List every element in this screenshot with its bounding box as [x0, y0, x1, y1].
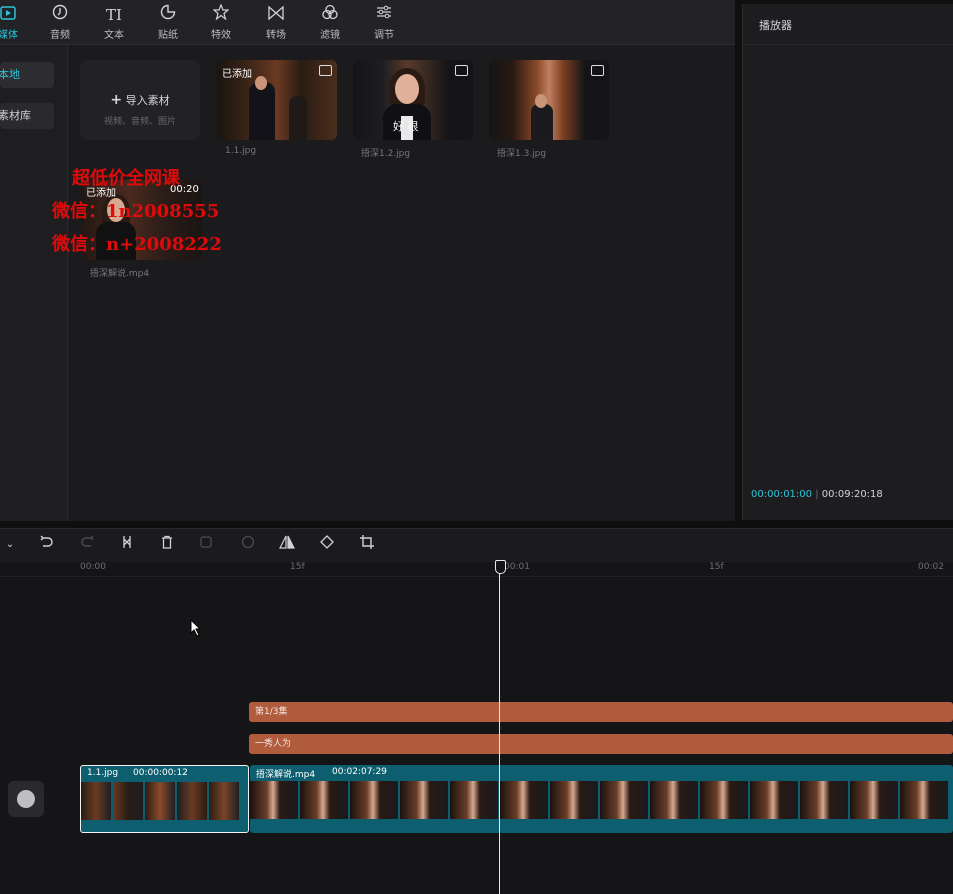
media-item[interactable]: 好 很	[353, 60, 473, 140]
clip-frame	[650, 781, 698, 819]
crop-icon[interactable]	[357, 535, 377, 555]
tab-audio[interactable]: 音频	[35, 4, 85, 44]
reverse-icon[interactable]	[238, 535, 258, 555]
speaker-icon	[17, 790, 35, 808]
effects-icon	[196, 3, 246, 26]
redo-icon[interactable]	[78, 535, 98, 555]
clip-frame	[850, 781, 898, 819]
timeline-toolbar: ⌄	[0, 528, 953, 563]
timeline: 00:00 15f 00:01 15f 00:02 第1/3集 一秀人为 1.1…	[0, 560, 953, 894]
rotate-icon[interactable]	[317, 535, 337, 555]
delete-icon[interactable]	[157, 535, 177, 555]
text-clip[interactable]: 第1/3集	[249, 702, 953, 722]
tab-sticker[interactable]: 贴纸	[143, 4, 193, 44]
split-icon[interactable]	[117, 535, 137, 555]
nav-library[interactable]: 素材库	[0, 103, 54, 129]
tab-adjust[interactable]: 调节	[359, 4, 409, 44]
clip-frame	[550, 781, 598, 819]
filter-icon	[305, 4, 355, 26]
media-icon	[0, 4, 33, 26]
video-clip[interactable]: 捂深解说.mp4 00:02:07:29	[250, 765, 953, 833]
clip-frame	[800, 781, 848, 819]
media-item[interactable]: 已添加	[217, 60, 337, 140]
media-item[interactable]	[489, 60, 609, 140]
watermark: 超低价全网课 微信：1n2008555 微信：n+2008222	[52, 168, 222, 255]
ruler-tick: 15f	[709, 562, 724, 572]
nav-local[interactable]: 本地	[0, 62, 54, 88]
clip-frame	[700, 781, 748, 819]
player-panel: 播放器 00:00:01:00 | 00:09:20:18	[742, 4, 953, 520]
left-nav: 本地 素材库	[0, 45, 68, 521]
sticker-icon	[143, 4, 193, 26]
clip-frame	[250, 781, 298, 819]
tab-media[interactable]: 媒体	[0, 4, 33, 44]
video-clip[interactable]: 1.1.jpg 00:00:00:12	[80, 765, 249, 833]
clip-frame	[300, 781, 348, 819]
track-audio-toggle[interactable]	[8, 781, 44, 817]
image-type-icon	[455, 65, 468, 76]
ruler-tick: 00:01	[504, 562, 530, 572]
audio-icon	[35, 4, 85, 26]
image-type-icon	[319, 65, 332, 76]
ruler-tick: 00:00	[80, 562, 106, 572]
tab-transition[interactable]: 转场	[251, 4, 301, 44]
mirror-icon[interactable]	[277, 535, 297, 555]
current-time: 00:00:01:00	[751, 489, 813, 500]
chevron-down-icon[interactable]: ⌄	[0, 535, 20, 555]
time-ruler[interactable]	[0, 562, 953, 577]
mouse-cursor-icon	[190, 618, 202, 641]
transition-icon	[251, 4, 301, 26]
clip-frame	[500, 781, 548, 819]
clip-frame	[400, 781, 448, 819]
tab-filter[interactable]: 滤镜	[305, 4, 355, 44]
ruler-tick: 00:02	[918, 562, 944, 572]
clip-frame	[750, 781, 798, 819]
ruler-tick: 15f	[290, 562, 305, 572]
image-type-icon	[591, 65, 604, 76]
tab-effects[interactable]: 特效	[196, 3, 246, 44]
text-clip[interactable]: 一秀人为	[249, 734, 953, 754]
adjust-icon	[359, 4, 409, 26]
undo-icon[interactable]	[36, 535, 56, 555]
total-time: 00:09:20:18	[821, 489, 883, 500]
clip-frame	[450, 781, 498, 819]
clip-frame	[600, 781, 648, 819]
clip-frame	[350, 781, 398, 819]
plus-icon: +	[110, 92, 123, 108]
tab-text[interactable]: TI 文本	[89, 4, 139, 44]
freeze-icon[interactable]	[196, 535, 216, 555]
playhead-handle[interactable]	[495, 560, 506, 574]
import-media-button[interactable]: + 导入素材 视频、音频、图片	[80, 60, 200, 140]
text-icon: TI	[106, 6, 122, 24]
playhead[interactable]	[499, 562, 500, 894]
player-title: 播放器	[759, 19, 792, 32]
clip-frame	[900, 781, 948, 819]
top-toolbar: 媒体 音频 TI 文本 贴纸 特效 转场 滤镜 调节	[0, 0, 735, 45]
